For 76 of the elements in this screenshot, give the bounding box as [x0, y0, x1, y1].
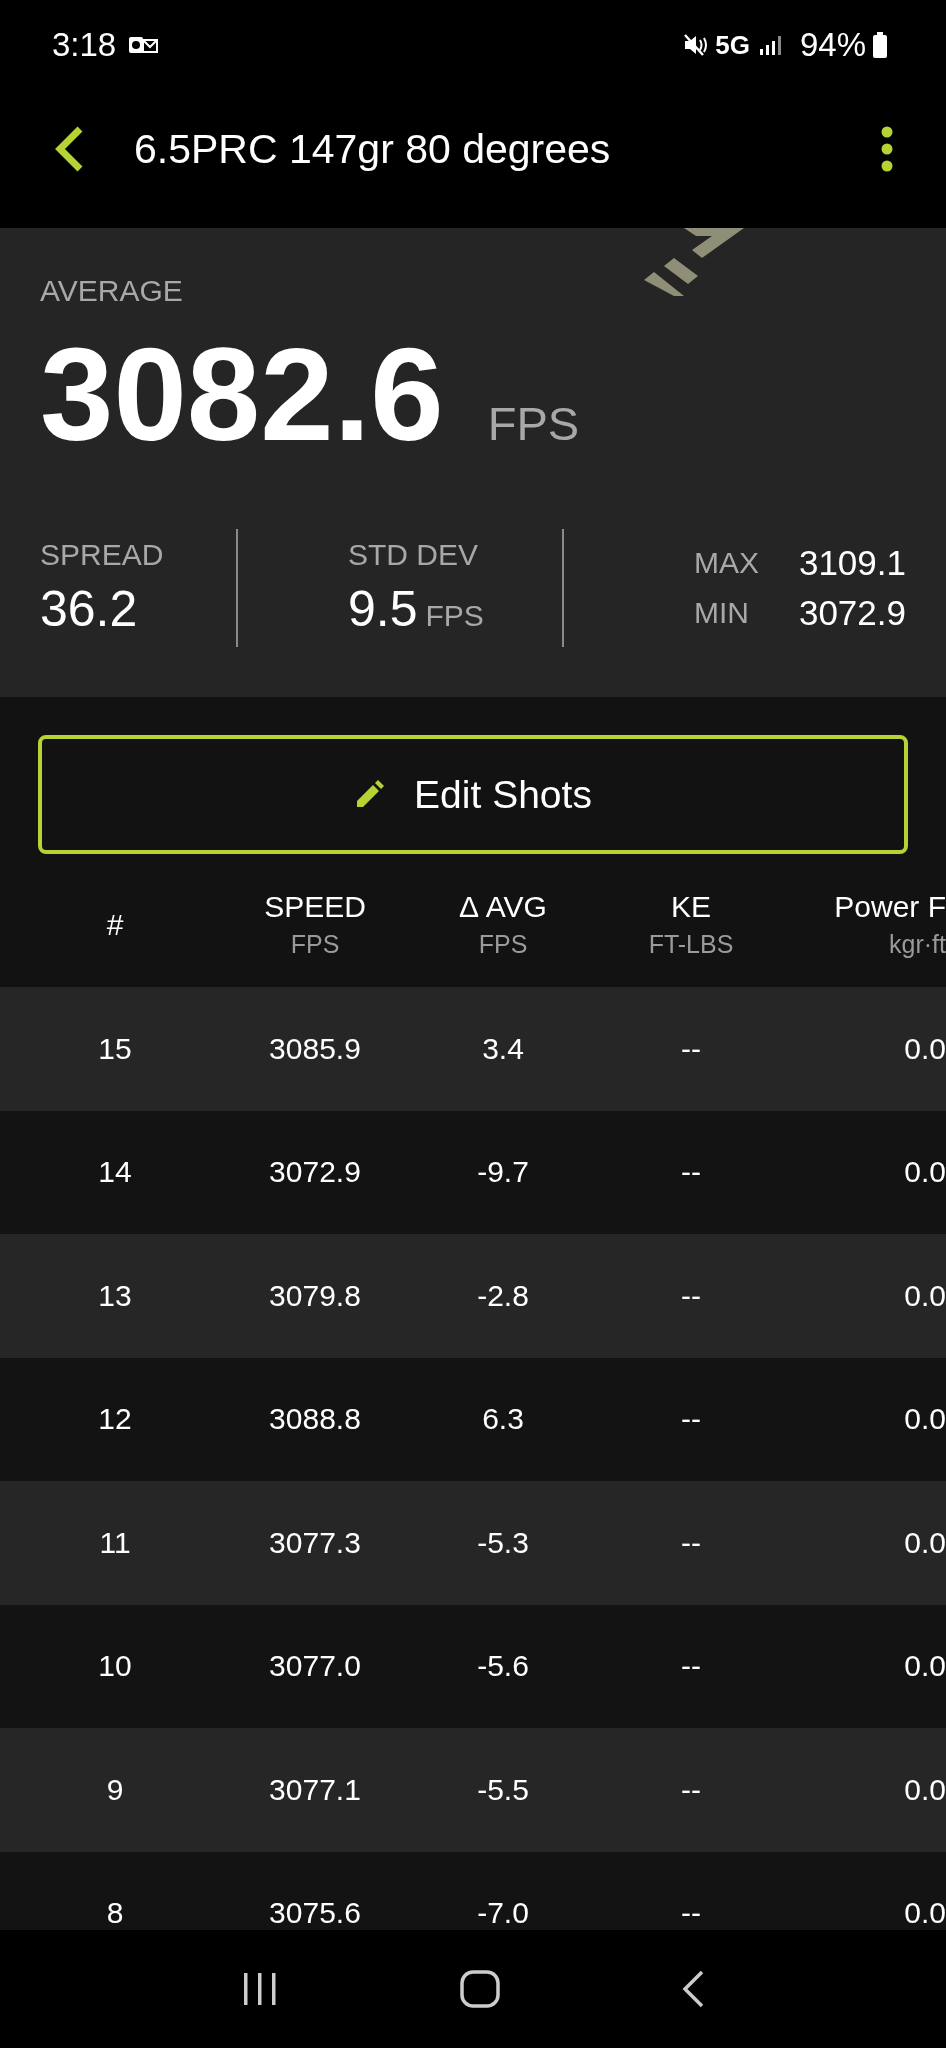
pencil-icon: [354, 779, 385, 810]
edit-shots-button[interactable]: Edit Shots: [38, 735, 908, 855]
table-cell: 0.0: [904, 1525, 946, 1560]
table-cell: 3088.8: [269, 1402, 361, 1437]
column-unit: FPS: [290, 930, 340, 960]
column-unit: FT-LBS: [648, 930, 734, 960]
table-cell: -7.0: [477, 1896, 529, 1930]
table-cell: -5.5: [477, 1772, 529, 1807]
table-cell: 0.0: [904, 1155, 946, 1190]
status-time: 3:18: [52, 26, 117, 64]
table-row[interactable]: 11 3077.3 -5.3 -- 0.0: [0, 1481, 946, 1605]
table-cell: 3077.1: [269, 1772, 361, 1807]
table-cell: 3085.9: [269, 1031, 361, 1066]
table-cell: 10: [98, 1649, 132, 1684]
column-header: Power F: [834, 890, 946, 925]
table-cell: 0.0: [904, 1278, 946, 1313]
network-label: 5G: [715, 29, 750, 61]
table-cell: 14: [98, 1155, 132, 1190]
spread-value: 36.2: [40, 580, 138, 639]
column-header: KE: [671, 890, 711, 925]
table-row[interactable]: 9 3077.1 -5.5 -- 0.0: [0, 1728, 946, 1852]
table-cell: 8: [106, 1896, 124, 1930]
column-header: SPEED: [264, 890, 366, 925]
column-header: #: [106, 907, 124, 942]
table-cell: 9: [106, 1772, 124, 1807]
table-cell: 15: [98, 1031, 132, 1066]
max-label: MAX: [693, 546, 759, 581]
table-row[interactable]: 13 3079.8 -2.8 -- 0.0: [0, 1234, 946, 1358]
mute-icon: [683, 33, 710, 57]
column-header: Δ AVG: [459, 890, 547, 925]
table-cell: 3079.8: [269, 1278, 361, 1313]
table-cell: 3072.9: [269, 1155, 361, 1190]
table-cell: --: [681, 1649, 701, 1684]
average-value: 3082.6: [40, 322, 444, 468]
min-label: MIN: [693, 596, 750, 631]
table-cell: 0.0: [904, 1649, 946, 1684]
spread-label: SPREAD: [40, 538, 164, 573]
table-cell: --: [681, 1031, 701, 1066]
average-label: AVERAGE: [40, 274, 183, 308]
min-value: 3072.9: [798, 593, 906, 634]
table-cell: --: [681, 1772, 701, 1807]
max-value: 3109.1: [798, 543, 906, 584]
std-dev-unit: FPS: [425, 599, 484, 634]
table-cell: -5.3: [477, 1525, 529, 1560]
table-cell: 0.0: [904, 1031, 946, 1066]
column-unit: FPS: [478, 930, 528, 960]
table-cell: -9.7: [477, 1155, 529, 1190]
table-cell: --: [681, 1402, 701, 1437]
std-dev-label: STD DEV: [348, 538, 479, 573]
table-cell: -2.8: [477, 1278, 529, 1313]
table-cell: --: [681, 1525, 701, 1560]
table-cell: --: [681, 1155, 701, 1190]
battery-percent: 94%: [799, 26, 866, 64]
table-cell: -5.6: [477, 1649, 529, 1684]
table-cell: 3077.0: [269, 1649, 361, 1684]
table-cell: 0.0: [904, 1896, 946, 1930]
table-cell: 6.3: [482, 1402, 524, 1437]
table-cell: --: [681, 1896, 701, 1930]
table-cell: 0.0: [904, 1402, 946, 1437]
table-cell: 11: [99, 1525, 131, 1560]
battery-icon: [872, 32, 888, 58]
screen-title: 6.5PRC 147gr 80 degrees: [134, 125, 612, 173]
table-cell: 12: [98, 1402, 132, 1437]
table-cell: 3.4: [482, 1031, 524, 1066]
mail-icon: [128, 34, 159, 56]
table-cell: 0.0: [904, 1772, 946, 1807]
std-dev-value: 9.5: [348, 580, 418, 639]
table-cell: 13: [98, 1278, 132, 1313]
table-cell: 3077.3: [269, 1525, 361, 1560]
table-row[interactable]: 15 3085.9 3.4 -- 0.0: [0, 987, 946, 1111]
more-icon[interactable]: [880, 126, 894, 172]
column-unit: kgr·ft: [889, 930, 946, 960]
home-icon[interactable]: [459, 1969, 501, 2009]
average-unit: FPS: [487, 396, 580, 451]
table-cell: --: [681, 1278, 701, 1313]
table-cell: 3075.6: [269, 1896, 361, 1930]
